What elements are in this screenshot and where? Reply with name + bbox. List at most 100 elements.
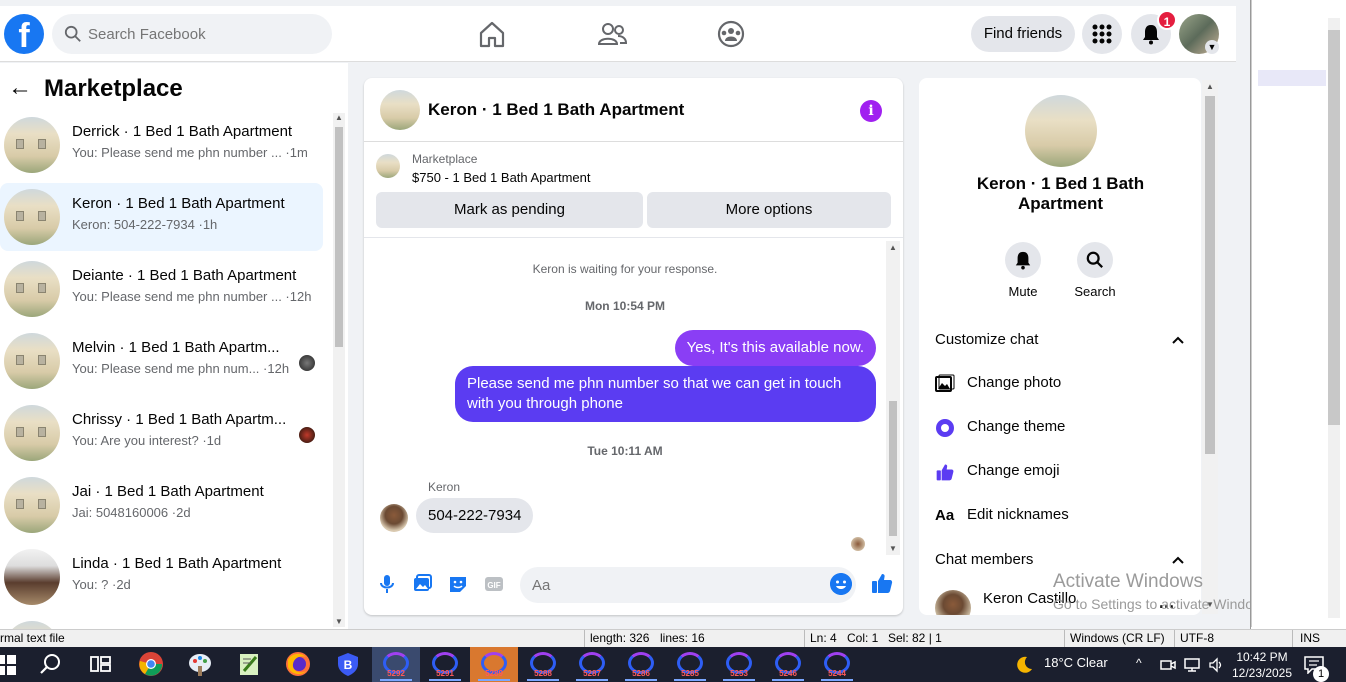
eol-format[interactable]: Windows (CR LF)	[1070, 631, 1165, 645]
bell-icon	[1143, 25, 1159, 45]
notepad-plus-plus-icon[interactable]	[236, 651, 262, 677]
taskbar-app-instance[interactable]: 5287	[568, 647, 616, 682]
chat-avatar[interactable]	[380, 90, 420, 130]
search-box[interactable]	[52, 14, 332, 54]
sidebar-scrollbar-thumb[interactable]	[335, 127, 343, 347]
chat-title[interactable]: Keron · 1 Bed 1 Bath Apartment	[428, 100, 684, 120]
search-in-conversation-button[interactable]: Search	[1065, 242, 1125, 299]
scroll-down-arrow-icon[interactable]: ▼	[335, 617, 343, 626]
details-scrollbar[interactable]: ▲ ▼	[1202, 80, 1218, 614]
outgoing-message[interactable]: Please send me phn number so that we can…	[455, 366, 876, 422]
insert-mode[interactable]: INS	[1300, 631, 1320, 645]
microphone-icon[interactable]	[376, 573, 398, 595]
thumbs-up-icon[interactable]	[870, 571, 894, 595]
member-avatar[interactable]	[935, 590, 971, 615]
gif-icon[interactable]: GIF	[483, 573, 505, 595]
taskbar-app-instance[interactable]: 5292	[372, 647, 420, 682]
chat-scrollbar-thumb[interactable]	[889, 401, 897, 536]
conversation-name: Jai · 1 Bed 1 Bath Apartment	[72, 483, 264, 500]
conversation-item-linda[interactable]: Linda · 1 Bed 1 Bath Apartment You: ? ·2…	[0, 543, 323, 611]
details-scrollbar-thumb[interactable]	[1205, 96, 1215, 454]
search-input[interactable]	[88, 14, 318, 54]
conversation-item-derrick[interactable]: Derrick · 1 Bed 1 Bath Apartment You: Pl…	[0, 111, 323, 179]
chat-panel: Keron · 1 Bed 1 Bath Apartment i Marketp…	[364, 78, 903, 615]
scroll-up-arrow-icon[interactable]: ▲	[889, 243, 897, 252]
paint-app-icon[interactable]	[187, 651, 213, 677]
scroll-up-arrow-icon[interactable]: ▲	[335, 113, 343, 122]
listing-thumbnail	[4, 333, 60, 389]
outgoing-message[interactable]: Yes, It's this available now.	[674, 330, 876, 366]
conversation-avatar[interactable]	[1025, 95, 1097, 167]
sender-avatar[interactable]	[380, 504, 408, 532]
clock-date[interactable]: 12/23/2025	[1228, 666, 1296, 680]
shield-app-icon[interactable]: B	[335, 651, 361, 677]
clock-time[interactable]: 10:42 PM	[1232, 650, 1292, 664]
change-photo-label: Change photo	[967, 374, 1062, 391]
weather-readout[interactable]: 18°C Clear	[1044, 655, 1108, 670]
taskbar-app-instance[interactable]: 5288	[519, 647, 567, 682]
account-chevron-down-icon[interactable]: ▼	[1205, 40, 1219, 54]
network-icon[interactable]	[1184, 657, 1200, 673]
menu-button[interactable]	[1082, 14, 1122, 54]
emoji-icon[interactable]	[830, 573, 852, 595]
meet-now-icon[interactable]	[1160, 657, 1176, 673]
moon-weather-icon[interactable]	[1014, 655, 1034, 675]
sticker-icon[interactable]	[447, 573, 469, 595]
taskbar-app-instance[interactable]: 5246	[764, 647, 812, 682]
mark-as-pending-button[interactable]: Mark as pending	[376, 192, 643, 228]
taskbar-app-instance[interactable]: 5291	[421, 647, 469, 682]
more-options-button[interactable]: More options	[647, 192, 891, 228]
line-readout: Ln: 4	[810, 631, 837, 645]
chevron-up-icon[interactable]	[1171, 553, 1185, 567]
chevron-up-icon[interactable]	[1171, 333, 1185, 347]
windows-start-icon[interactable]	[0, 655, 16, 675]
info-icon[interactable]: i	[860, 100, 882, 122]
conversation-name: Linda · 1 Bed 1 Bath Apartment	[72, 555, 282, 572]
friends-icon[interactable]	[594, 16, 630, 52]
conversation-preview: You: Are you interest? ·1d	[72, 433, 222, 448]
taskbar-app-instance[interactable]: 5244	[813, 647, 861, 682]
back-arrow-icon[interactable]: ←	[8, 76, 32, 101]
firefox-icon[interactable]	[285, 651, 311, 677]
taskbar-search-icon[interactable]	[38, 651, 64, 677]
incoming-message[interactable]: 504-222-7934	[416, 498, 534, 533]
conversation-item-keron[interactable]: Keron · 1 Bed 1 Bath Apartment Keron: 50…	[0, 183, 323, 251]
conversation-preview: You: Please send me phn number ... ·1m	[72, 145, 308, 160]
taskbar-app-instance[interactable]: 5289	[470, 647, 518, 682]
volume-icon[interactable]	[1208, 657, 1224, 673]
grid-menu-icon	[1092, 24, 1112, 44]
home-icon[interactable]	[474, 16, 510, 52]
encoding[interactable]: UTF-8	[1180, 631, 1214, 645]
conversation-item-jai[interactable]: Jai · 1 Bed 1 Bath Apartment Jai: 504816…	[0, 471, 323, 539]
timestamp: Tue 10:11 AM	[587, 444, 663, 458]
scroll-up-arrow-icon[interactable]: ▲	[1206, 82, 1214, 91]
conversation-name: Derrick · 1 Bed 1 Bath Apartment	[72, 123, 293, 140]
facebook-window: f Find friends 1 ▼ ← Marketplace Derric	[0, 0, 1251, 629]
conversation-item-melvin[interactable]: Melvin · 1 Bed 1 Bath Apartm... You: Ple…	[0, 327, 323, 395]
listing-thumbnail[interactable]	[376, 154, 400, 178]
listing-price-title[interactable]: $750 - 1 Bed 1 Bath Apartment	[412, 170, 591, 185]
chevron-up-icon[interactable]: ^	[1136, 656, 1142, 670]
editor-scrollbar-thumb[interactable]	[1328, 30, 1340, 425]
chat-members-header[interactable]: Chat members	[935, 551, 1033, 568]
message-input[interactable]	[520, 567, 856, 603]
conversation-item-chrissy[interactable]: Chrissy · 1 Bed 1 Bath Apartm... You: Ar…	[0, 399, 323, 467]
chrome-icon[interactable]	[138, 651, 164, 677]
photo-icon[interactable]	[411, 573, 433, 595]
facebook-logo-icon[interactable]: f	[4, 14, 44, 54]
taskbar-app-instance[interactable]: 5253	[715, 647, 763, 682]
listing-source-label: Marketplace	[412, 152, 478, 166]
sidebar-scrollbar[interactable]: ▲ ▼	[333, 113, 345, 627]
conversation-details-panel: Keron · 1 Bed 1 Bath Apartment Mute Sear…	[919, 78, 1201, 615]
conversation-item-partial[interactable]	[0, 615, 323, 629]
groups-icon[interactable]	[713, 16, 749, 52]
taskbar-app-instance[interactable]: 5285	[666, 647, 714, 682]
task-view-icon[interactable]	[87, 651, 113, 677]
scroll-down-arrow-icon[interactable]: ▼	[889, 544, 897, 553]
chat-scrollbar[interactable]: ▲ ▼	[886, 241, 900, 555]
mute-button[interactable]: Mute	[993, 242, 1053, 299]
conversation-item-deiante[interactable]: Deiante · 1 Bed 1 Bath Apartment You: Pl…	[0, 255, 323, 323]
taskbar-app-instance[interactable]: 5286	[617, 647, 665, 682]
customize-chat-header[interactable]: Customize chat	[935, 331, 1038, 348]
find-friends-button[interactable]: Find friends	[971, 16, 1075, 52]
